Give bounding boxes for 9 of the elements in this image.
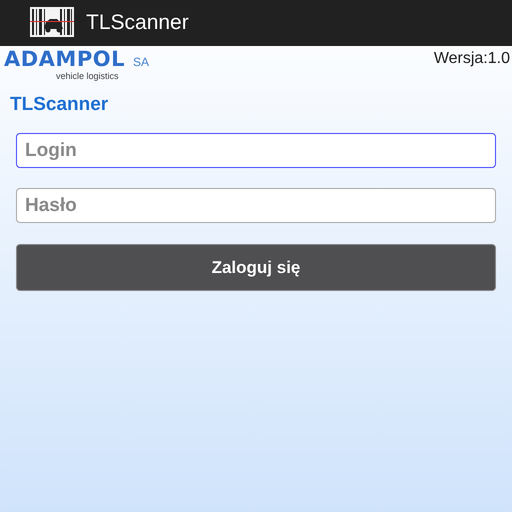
app-title: TLScanner <box>86 11 189 35</box>
company-logo: ADAMPOL <box>4 50 125 68</box>
input-field[interactable]: Hasło <box>16 188 496 223</box>
version-label: Wersja:1.0 <box>434 50 511 69</box>
input-field[interactable]: Login <box>16 133 496 168</box>
logo-suffix: SA <box>132 55 149 69</box>
login-button[interactable]: Zaloguj się <box>16 244 496 291</box>
app-heading: TLScanner <box>10 94 110 116</box>
logo-tagline: vehicle logistics <box>56 71 119 81</box>
